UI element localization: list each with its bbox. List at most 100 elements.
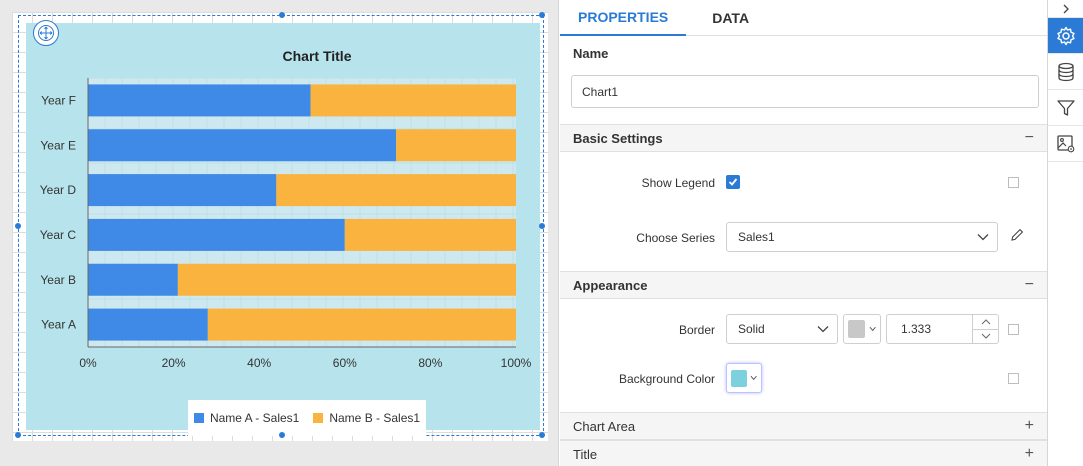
section-title-settings[interactable]: Title + <box>560 440 1047 466</box>
bar-year-e-series-1 <box>88 129 397 162</box>
properties-button[interactable] <box>1048 18 1083 54</box>
panel-tabs: PROPERTIES DATA <box>560 0 1047 36</box>
image-settings-button[interactable] <box>1048 126 1083 162</box>
background-color-picker[interactable] <box>726 363 762 393</box>
legend-label: Name B - Sales1 <box>329 411 421 425</box>
bar-year-a-series-2 <box>207 308 516 341</box>
right-icon-bar <box>1047 0 1083 466</box>
chart-svg: Chart Title Year A Year B Year C Year D Year … <box>40 48 532 370</box>
bar-year-d-series-2 <box>276 174 516 207</box>
border-style-value: Solid <box>738 322 765 336</box>
image-settings-icon <box>1056 134 1074 152</box>
legend-item: Name B - Sales1 <box>313 411 420 425</box>
legend-label: Name A - Sales1 <box>209 411 300 425</box>
collapse-icon[interactable]: − <box>1025 276 1034 294</box>
chart-report-item[interactable]: Chart Title Year A Year B Year C Year D Year … <box>15 12 545 438</box>
chart-title: Chart Title <box>283 48 352 64</box>
resize-handle-bottom-left[interactable] <box>15 432 21 438</box>
expand-icon[interactable]: + <box>1025 417 1034 435</box>
background-color-label: Background Color <box>618 372 715 386</box>
x-tick-label: 0% <box>79 356 97 370</box>
resize-handle-top[interactable] <box>279 12 285 18</box>
bar-year-a-series-1 <box>88 308 208 341</box>
tab-properties[interactable]: PROPERTIES <box>560 0 687 36</box>
name-label: Name <box>573 46 609 61</box>
designer-canvas: Chart Title Year A Year B Year C Year D Year … <box>0 0 559 466</box>
chevron-down-icon <box>977 234 989 241</box>
bar-year-b-series-2 <box>177 263 516 296</box>
chevron-down-icon <box>869 326 876 332</box>
bar-year-f-series-1 <box>88 84 311 117</box>
database-icon <box>1057 62 1074 81</box>
name-input[interactable] <box>571 75 1039 108</box>
choose-series-label: Choose Series <box>636 231 715 245</box>
border-width-value: 1.333 <box>901 322 932 336</box>
x-tick-label: 60% <box>333 356 357 370</box>
section-chart-area[interactable]: Chart Area + <box>560 412 1047 440</box>
filter-button[interactable] <box>1048 90 1083 126</box>
section-title: Title <box>573 446 598 462</box>
y-tick-label: Year F <box>41 93 76 107</box>
x-tick-label: 20% <box>162 356 186 370</box>
move-handle[interactable] <box>33 20 59 46</box>
chevron-right-icon <box>1063 4 1069 13</box>
border-expression-checkbox[interactable] <box>1008 324 1019 335</box>
border-width-spinner[interactable] <box>972 315 998 343</box>
section-title: Basic Settings <box>573 130 663 146</box>
y-tick-label: Year E <box>40 138 76 152</box>
legend-item: Name A - Sales1 <box>193 411 300 425</box>
collapse-icon[interactable]: − <box>1025 129 1034 147</box>
resize-handle-top-right[interactable] <box>539 12 545 18</box>
bar-year-c-series-1 <box>88 218 345 251</box>
border-style-dropdown[interactable]: Solid <box>726 314 838 344</box>
bar-year-e-series-2 <box>396 129 516 162</box>
choose-series-dropdown[interactable]: Sales1 <box>726 222 998 252</box>
bar-year-c-series-2 <box>344 218 516 251</box>
border-width-input[interactable]: 1.333 <box>886 314 999 344</box>
show-legend-checkbox[interactable] <box>726 175 740 189</box>
border-color-picker[interactable] <box>843 314 881 344</box>
plot-area <box>88 78 516 347</box>
border-color-swatch <box>848 320 865 338</box>
bar-year-f-series-2 <box>310 84 516 117</box>
y-tick-label: Year D <box>40 183 77 197</box>
background-color-expression-checkbox[interactable] <box>1008 373 1019 384</box>
bar-year-d-series-1 <box>88 174 277 207</box>
x-tick-label: 40% <box>247 356 271 370</box>
tab-data[interactable]: DATA <box>686 0 767 36</box>
spin-down-icon[interactable] <box>973 330 998 344</box>
chart-surface[interactable]: Chart Title Year A Year B Year C Year D Year … <box>26 23 540 436</box>
section-title: Appearance <box>573 277 648 293</box>
properties-panel: PROPERTIES DATA Name Basic Settings − Sh… <box>560 0 1047 466</box>
resize-handle-bottom-right[interactable] <box>539 432 545 438</box>
legend-swatch <box>193 413 204 423</box>
x-tick-label: 100% <box>501 356 532 370</box>
data-button[interactable] <box>1048 54 1083 90</box>
spin-up-icon[interactable] <box>973 315 998 330</box>
background-color-swatch <box>731 369 747 387</box>
resize-handle-bottom[interactable] <box>279 432 285 438</box>
chevron-down-icon <box>817 326 829 333</box>
checkmark-icon <box>728 178 738 186</box>
resize-handle-right[interactable] <box>539 223 545 229</box>
section-title: Chart Area <box>573 418 636 434</box>
resize-handle-left[interactable] <box>15 223 21 229</box>
y-tick-label: Year B <box>40 273 76 287</box>
choose-series-value: Sales1 <box>738 230 775 244</box>
y-tick-label: Year A <box>41 318 76 332</box>
section-appearance[interactable]: Appearance − <box>560 271 1047 299</box>
filter-icon <box>1056 99 1075 116</box>
show-legend-expression-checkbox[interactable] <box>1008 177 1019 188</box>
bar-year-b-series-1 <box>88 263 178 296</box>
pencil-icon[interactable] <box>1010 228 1024 242</box>
collapse-panel-button[interactable] <box>1048 0 1083 18</box>
x-tick-label: 80% <box>418 356 442 370</box>
move-icon <box>38 25 54 41</box>
expand-icon[interactable]: + <box>1025 445 1034 463</box>
section-basic-settings[interactable]: Basic Settings − <box>560 124 1047 152</box>
chevron-down-icon <box>750 375 757 381</box>
chart-legend: Name A - Sales1 Name B - Sales1 <box>188 400 426 436</box>
border-label: Border <box>678 323 715 337</box>
show-legend-label: Show Legend <box>641 176 715 190</box>
gear-icon <box>1056 26 1075 45</box>
